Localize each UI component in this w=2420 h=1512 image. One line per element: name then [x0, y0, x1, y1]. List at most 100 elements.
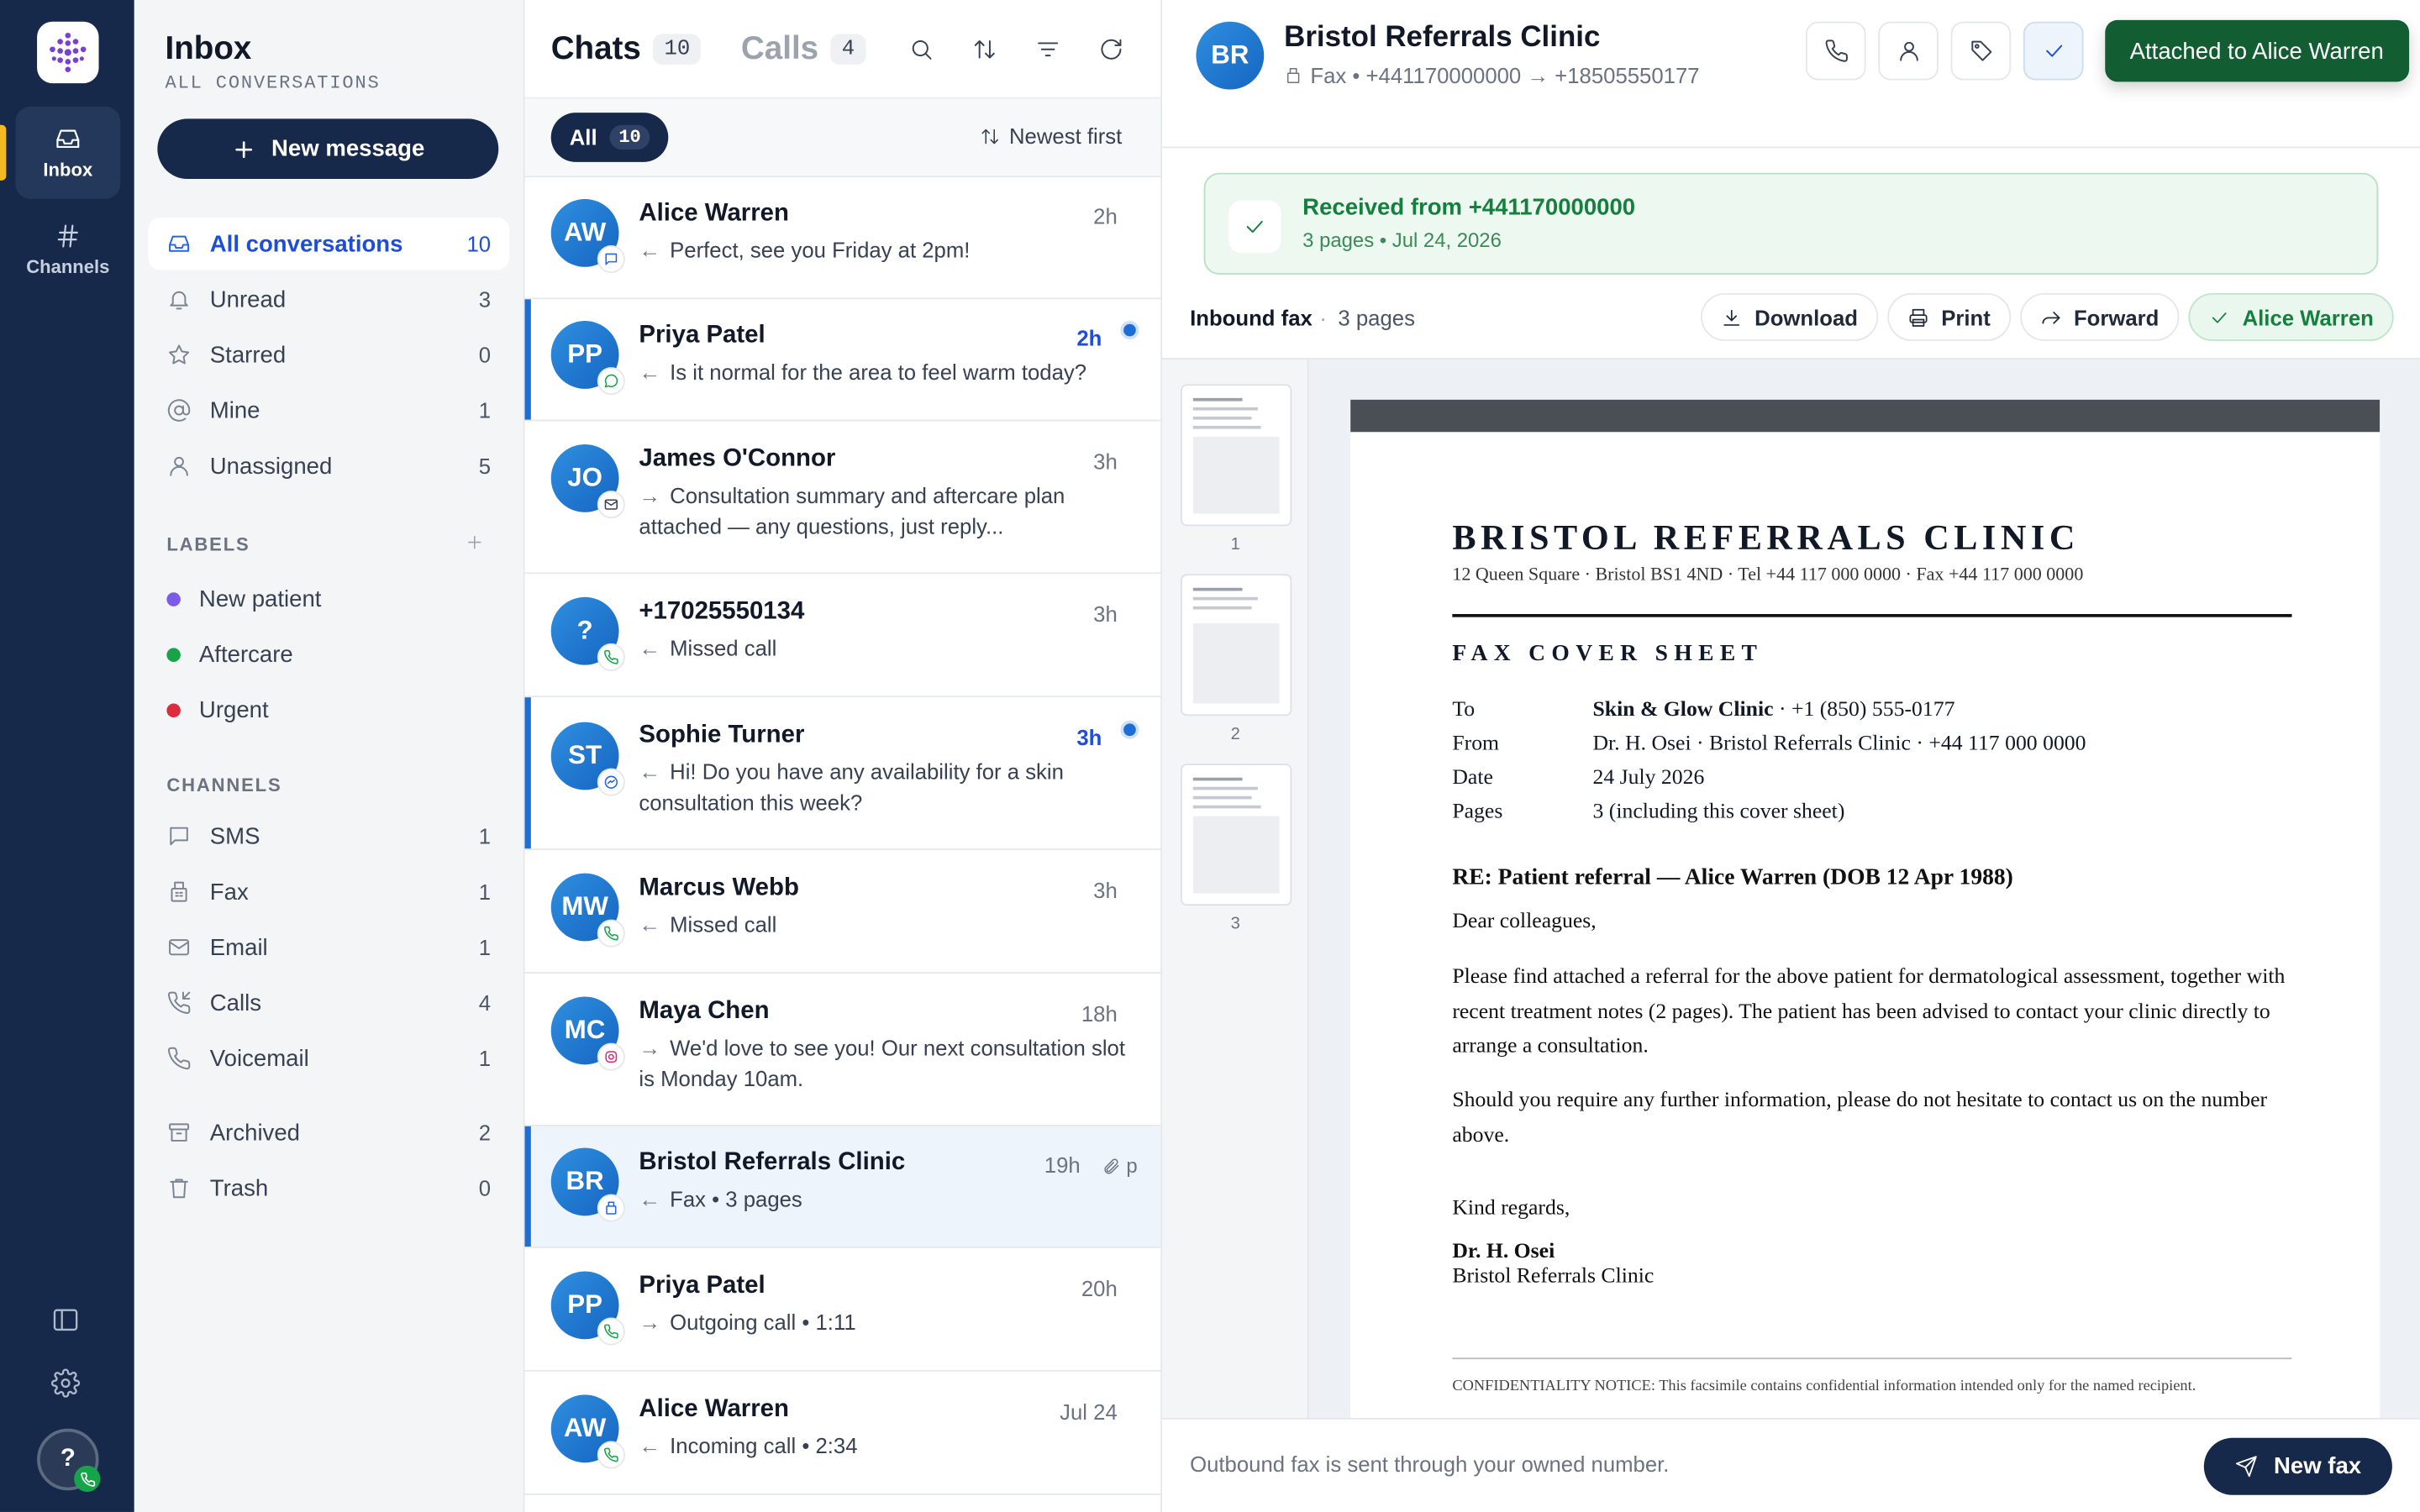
plus-icon — [468, 535, 481, 549]
label-new-patient[interactable]: New patient — [148, 572, 509, 624]
conversation-item[interactable]: MC Maya Chen 18h → We'd love to see you! … — [524, 973, 1161, 1126]
forward-button[interactable]: Forward — [2019, 292, 2180, 341]
received-subtitle: 3 pages • Jul 24, 2026 — [1302, 228, 1502, 252]
conversation-time: 2h — [1093, 203, 1118, 228]
page-thumbnail[interactable] — [1181, 384, 1292, 527]
fax-icon — [597, 1194, 625, 1222]
fax-viewer: 1 2 3 BRISTOL REFERRALS CLINIC 12 Queen … — [1162, 358, 2420, 1420]
printer-icon — [1909, 307, 1928, 326]
contact-subtitle: Fax • +441170000000 → +18505550177 — [1284, 63, 1700, 88]
nav-mine[interactable]: Mine 1 — [148, 384, 509, 436]
tab-calls-count: 4 — [830, 34, 865, 66]
forward-label: Forward — [2073, 304, 2160, 330]
sort-button[interactable] — [972, 37, 997, 61]
nav-item-count: 0 — [478, 1175, 492, 1200]
conversation-item[interactable]: PP Priya Patel 20h → Outgoing call • 1:11 — [524, 1247, 1161, 1372]
attachment-label: p — [1126, 1153, 1138, 1178]
new-fax-button[interactable]: New fax — [2204, 1437, 2392, 1495]
label-urgent[interactable]: Urgent — [148, 684, 509, 736]
label-aftercare[interactable]: Aftercare — [148, 628, 509, 680]
filter-all-label: All — [569, 124, 597, 150]
channel-fax[interactable]: Fax 1 — [148, 865, 509, 917]
detail-footer: Outbound fax is sent through your owned … — [1162, 1417, 2420, 1512]
conversation-name: Bristol Referrals Clinic — [639, 1149, 906, 1176]
sort-order-label: Newest first — [1008, 123, 1123, 149]
rail-channels[interactable]: Channels — [15, 203, 120, 296]
nav-archived[interactable]: Archived 2 — [148, 1106, 509, 1158]
channel-count: 1 — [478, 935, 492, 960]
call-button[interactable] — [1805, 21, 1866, 81]
nav-all-conversations[interactable]: All conversations 10 — [148, 217, 510, 270]
user-initial: ? — [60, 1445, 76, 1473]
page-thumbnail[interactable] — [1181, 764, 1292, 906]
channel-calls[interactable]: Calls 4 — [148, 977, 509, 1029]
nav-unassigned[interactable]: Unassigned 5 — [148, 439, 509, 491]
filter-all-pill[interactable]: All 10 — [550, 113, 669, 162]
tab-chats[interactable]: Chats — [551, 31, 641, 68]
fax-letterhead: BRISTOL REFERRALS CLINIC — [1452, 518, 2080, 558]
channel-sms[interactable]: SMS 1 — [148, 810, 509, 862]
page-number: 2 — [1230, 725, 1240, 744]
conversation-item[interactable]: AW Alice Warren Jul 24 ← Incoming call • … — [524, 1371, 1161, 1495]
preview-text: We'd love to see you! Our next consultat… — [639, 1035, 1126, 1091]
conversation-item-selected[interactable]: BR Bristol Referrals Clinic 19h p ← Fax •… — [524, 1126, 1161, 1248]
search-button[interactable] — [909, 37, 934, 61]
print-button[interactable]: Print — [1886, 292, 2011, 341]
avatar-initials: ? — [576, 615, 593, 645]
conversation-time: Jul 24 — [1060, 1399, 1118, 1425]
tag-button[interactable] — [1950, 21, 2012, 81]
chat-bubble-icon — [170, 827, 188, 846]
fax-cover-heading: FAX COVER SHEET — [1452, 642, 1764, 667]
fax-closing: Kind regards, — [1452, 1197, 1570, 1221]
phone-icon — [597, 643, 625, 671]
fax-confidentiality: CONFIDENTIALITY NOTICE: This facsimile c… — [1452, 1378, 2196, 1395]
conversation-preview: → Outgoing call • 1:11 — [639, 1307, 1133, 1338]
conversation-preview: ← Incoming call • 2:34 — [639, 1431, 1133, 1462]
app-logo[interactable] — [37, 21, 99, 84]
footer-message: Outbound fax is sent through your owned … — [1190, 1452, 1670, 1477]
add-label-button[interactable] — [465, 533, 485, 553]
nav-starred[interactable]: Starred 0 — [148, 328, 509, 381]
new-message-label: New message — [271, 135, 425, 162]
fax-pages-label: Pages — [1452, 801, 1503, 824]
nav-unread[interactable]: Unread 3 — [148, 273, 509, 325]
channel-voicemail[interactable]: Voicemail 1 — [148, 1032, 509, 1084]
fax-pages-value: 3 (including this cover sheet) — [1592, 801, 1845, 824]
conversation-time: 2h — [1076, 325, 1102, 350]
conversation-item[interactable]: ST Sophie Turner 3h ← Hi! Do you have any… — [524, 697, 1161, 851]
assign-button[interactable] — [1878, 21, 1939, 81]
conversation-preview: → Consultation summary and aftercare plan… — [639, 480, 1133, 541]
conversation-item[interactable]: MW Marcus Webb 3h ← Missed call — [524, 850, 1161, 974]
contact-subtitle-text: Fax • +441170000000 → +18505550177 — [1310, 63, 1700, 88]
print-label: Print — [1941, 304, 1991, 330]
refresh-button[interactable] — [1099, 37, 1123, 61]
nav-item-label: All conversations — [209, 230, 403, 257]
phone-status-icon — [74, 1465, 101, 1493]
sort-order-dropdown[interactable]: Newest first — [980, 123, 1122, 148]
page-thumbnail[interactable] — [1181, 574, 1292, 717]
nav-trash[interactable]: Trash 0 — [148, 1162, 509, 1214]
check-icon — [2045, 45, 2062, 57]
toggle-sidebar-button[interactable] — [51, 1305, 81, 1335]
inbox-nav: Inbox ALL CONVERSATIONS New message All … — [134, 0, 525, 1512]
conversation-item[interactable]: AW Alice Warren 2h ← Perfect, see you Fri… — [524, 177, 1161, 300]
tag-icon — [1970, 40, 1991, 61]
filter-button[interactable] — [1035, 37, 1060, 61]
attached-contact-button[interactable]: Alice Warren — [2188, 292, 2394, 341]
channel-email[interactable]: Email 1 — [148, 921, 509, 974]
rail-inbox[interactable]: Inbox — [0, 106, 121, 199]
conversation-time: 3h — [1076, 725, 1102, 750]
user-avatar[interactable]: ? — [37, 1428, 101, 1493]
plus-icon — [235, 140, 252, 158]
new-message-button[interactable]: New message — [157, 118, 499, 180]
tab-calls[interactable]: Calls — [741, 31, 818, 68]
conversation-item[interactable]: JO James O'Connor 3h → Consultation summa… — [524, 421, 1161, 575]
conversation-item[interactable]: ? +17025550134 3h ← Missed call — [524, 574, 1161, 698]
download-button[interactable]: Download — [1700, 292, 1878, 341]
settings-button[interactable] — [50, 1368, 81, 1398]
outgoing-arrow-icon: → — [639, 1035, 661, 1060]
conversation-item[interactable]: PP Priya Patel 2h ← Is it normal for the … — [524, 299, 1161, 422]
preview-text: Missed call — [670, 635, 777, 661]
outgoing-arrow-icon: → — [639, 1310, 661, 1335]
resolve-button[interactable] — [2023, 21, 2084, 81]
